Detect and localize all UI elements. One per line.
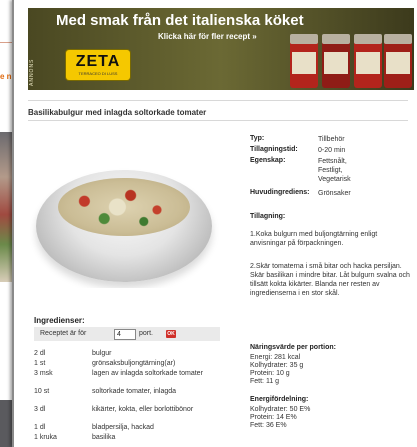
tillagning-heading: Tillagning: xyxy=(250,213,286,220)
ingredient-name: lagen av inlagda soltorkade tomater xyxy=(92,370,203,377)
background-text: e n xyxy=(0,72,12,81)
salad-image xyxy=(58,178,190,236)
ad-title: Med smak från det italienska köket xyxy=(56,12,304,29)
recipe-photo xyxy=(30,148,220,288)
zeta-ad-banner[interactable]: ANNONS Med smak från det italienska köke… xyxy=(28,8,414,90)
typ-label: Typ: xyxy=(250,135,265,142)
egenskap-value: Fettsnålt, Festligt, Vegetarisk xyxy=(318,158,351,183)
ingredients-heading: Ingredienser: xyxy=(34,316,85,325)
recipe-title: Basilikabulgur med inlagda soltorkade to… xyxy=(28,108,207,117)
recipe-popup-window: ANNONS Med smak från det italienska köke… xyxy=(12,0,417,447)
egenskap-label: Egenskap: xyxy=(250,157,286,164)
product-jar-3-image xyxy=(354,34,382,88)
huvudingrediens-label: Huvudingrediens: xyxy=(250,189,310,196)
energifordelning-heading: Energifördelning: xyxy=(250,396,309,403)
ingredient-name: basilika xyxy=(92,434,116,441)
ingredient-name: kikärter, kokta, eller borlottibönor xyxy=(92,406,194,413)
ingredient-qty: 10 st xyxy=(34,388,50,395)
ingredient-qty: 1 st xyxy=(34,360,46,367)
typ-value: Tillbehör xyxy=(318,136,345,143)
ingredient-name: grönsaksbuljongtärning(ar) xyxy=(92,360,176,367)
tillagningstid-label: Tillagningstid: xyxy=(250,146,298,153)
ingredient-qty: 3 dl xyxy=(34,406,46,413)
product-jar-2-image xyxy=(322,34,350,88)
tillagning-step-1: 1.Koka bulgurn med buljongtärning enligt… xyxy=(250,231,378,247)
ingredient-qty: 1 dl xyxy=(34,424,46,431)
portions-input[interactable]: 4 xyxy=(114,329,136,340)
divider-title xyxy=(28,120,408,121)
zeta-logo-text: ZETA xyxy=(75,53,121,70)
product-jar-4-image xyxy=(384,34,412,88)
ingredient-qty: 2 dl xyxy=(34,350,46,357)
zeta-logo: ZETA TERRACEO DI LUSS xyxy=(66,50,130,80)
zeta-logo-subtext: TERRACEO DI LUSS xyxy=(78,71,118,76)
tillagningstid-value: 0-20 min xyxy=(318,147,346,154)
ok-button-label: OK xyxy=(167,331,175,337)
huvudingrediens-value: Grönsaker xyxy=(318,190,351,197)
ingredient-qty: 3 msk xyxy=(34,370,53,377)
ingredient-name: bladpersilja, hackad xyxy=(92,424,154,431)
ad-side-label: ANNONS xyxy=(29,58,35,86)
tillagning-step-2: 2.Skär tomaterna i små bitar och hacka p… xyxy=(250,263,410,297)
divider-top xyxy=(28,100,408,101)
ad-cta-link[interactable]: Klicka här för fler recept » xyxy=(158,32,257,41)
portions-ok-button[interactable]: OK xyxy=(166,330,176,338)
portions-unit: port. xyxy=(139,330,154,337)
energi-fett: Fett: 36 E% xyxy=(250,422,287,429)
ingredient-name: bulgur xyxy=(92,350,112,357)
portions-label: Receptet är för xyxy=(40,330,87,337)
portions-bar: Receptet är för 4 port. OK xyxy=(34,327,220,341)
product-jar-1-image xyxy=(290,34,318,88)
ingredient-qty: 1 kruka xyxy=(34,434,57,441)
ingredient-name: soltorkade tomater, inlagda xyxy=(92,388,177,395)
naringsvarde-fett: Fett: 11 g xyxy=(250,378,280,385)
naringsvarde-heading: Näringsvärde per portion: xyxy=(250,344,336,351)
